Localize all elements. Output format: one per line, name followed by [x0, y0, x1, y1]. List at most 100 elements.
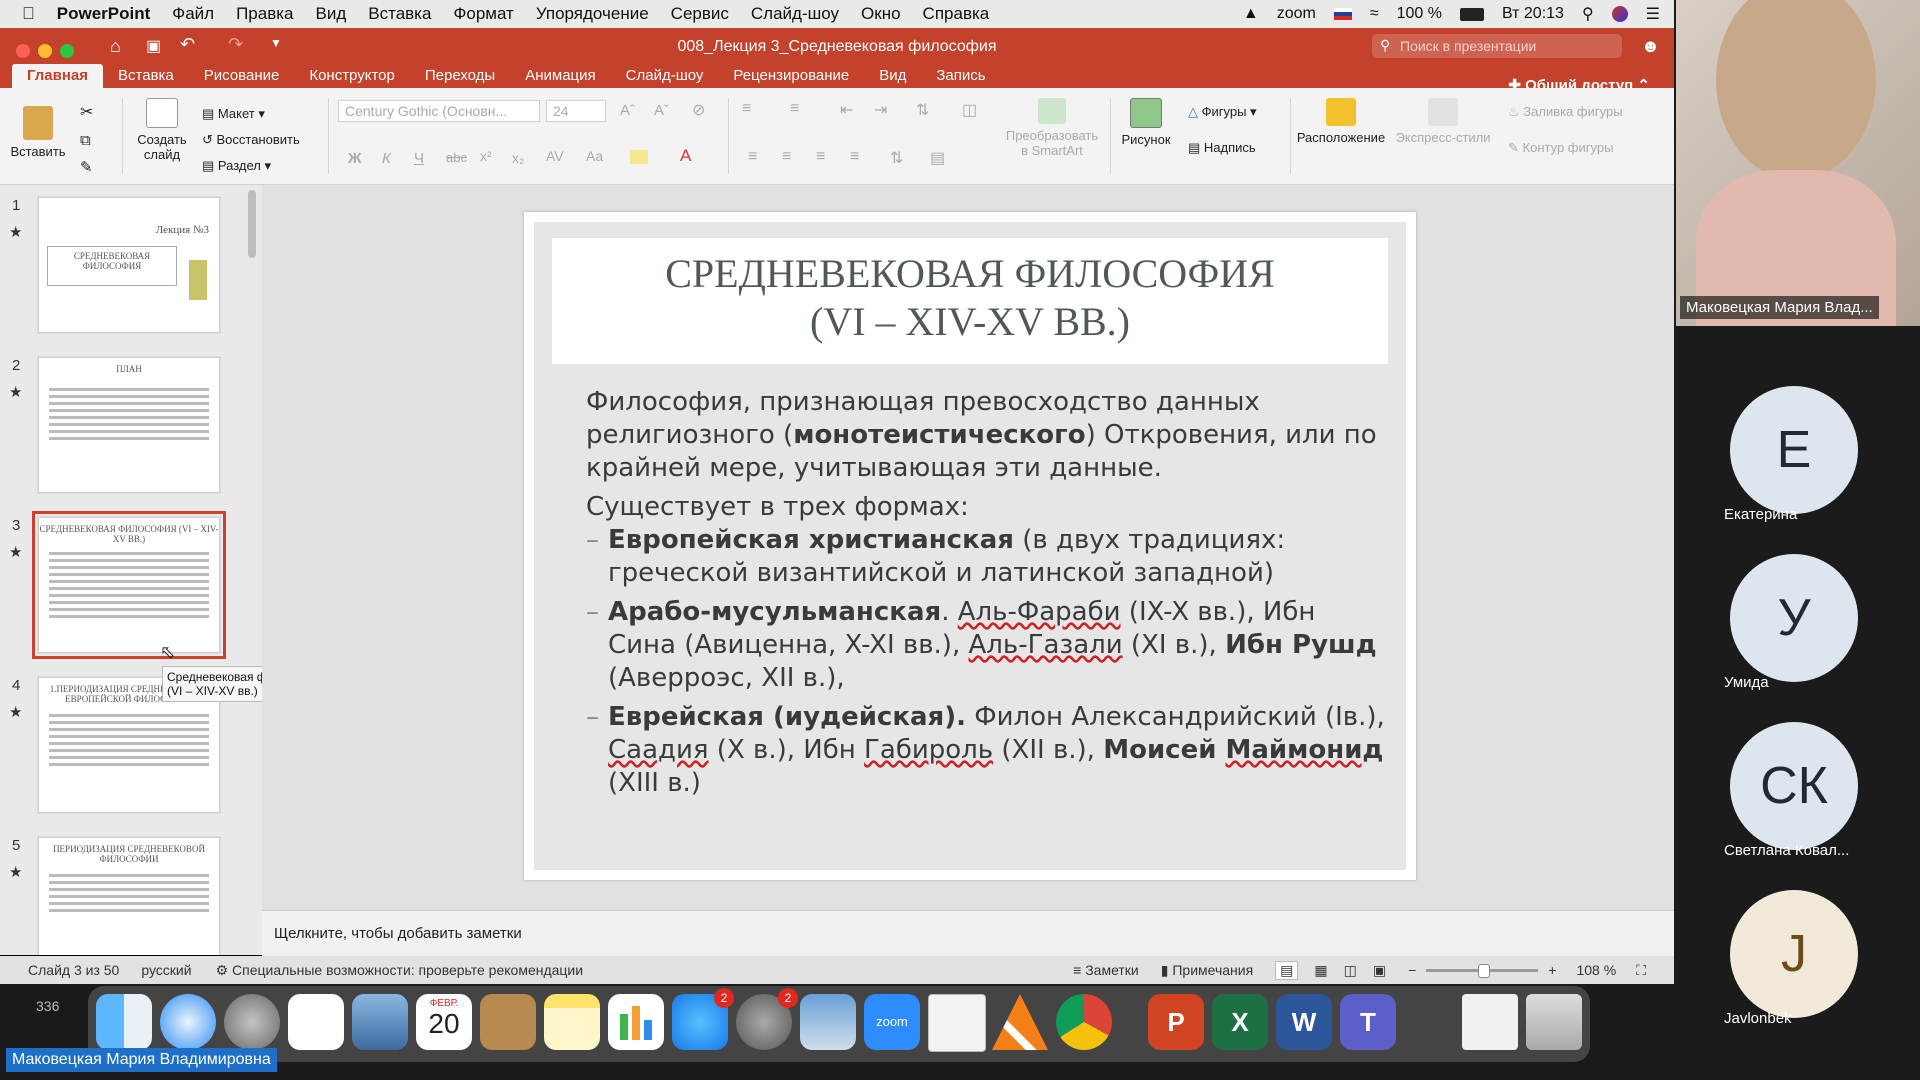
align-center-icon[interactable]: ≡ — [782, 148, 791, 166]
system-preferences-icon[interactable]: 2 — [736, 988, 798, 1050]
spotlight-icon[interactable]: ⚲ — [1582, 4, 1594, 24]
tab-transitions[interactable]: Переходы — [410, 64, 510, 88]
tab-view[interactable]: Вид — [864, 64, 921, 88]
notes-toggle[interactable]: ≡ Заметки — [1073, 962, 1139, 978]
teams-icon[interactable]: T — [1340, 994, 1396, 1050]
menu-help[interactable]: Справка — [923, 4, 990, 24]
finder-icon[interactable] — [96, 994, 152, 1050]
app-store-icon[interactable]: 2 — [672, 988, 734, 1050]
menu-tools[interactable]: Сервис — [671, 4, 729, 24]
tab-slideshow[interactable]: Слайд-шоу — [611, 64, 719, 88]
zoom-level[interactable]: 108 % — [1576, 962, 1616, 978]
flag-icon[interactable] — [1333, 8, 1352, 20]
participant-avatar[interactable]: J — [1730, 890, 1858, 1018]
slide-title-box[interactable]: СРЕДНЕВЕКОВАЯ ФИЛОСОФИЯ (VI – XIV-XV ВВ.… — [552, 238, 1388, 364]
language-indicator[interactable]: русский — [141, 962, 191, 978]
tab-home[interactable]: Главная — [12, 64, 104, 88]
thumbnails-scrollbar[interactable] — [248, 190, 256, 258]
zoom-out-icon[interactable]: − — [1408, 962, 1416, 978]
thumbnail-slide-3[interactable]: СРЕДНЕВЕКОВАЯ ФИЛОСОФИЯ (VI – XIV-XV ВВ.… — [32, 511, 226, 659]
slideshow-view-icon[interactable]: ▣ — [1373, 962, 1386, 979]
shape-outline-button[interactable]: ✎ Контур фигуры — [1508, 140, 1613, 156]
copy-icon[interactable]: ⧉ — [80, 132, 91, 149]
notes-app-icon[interactable] — [544, 994, 600, 1050]
picture-button[interactable]: Рисунок — [1118, 98, 1174, 147]
align-left-icon[interactable]: ≡ — [748, 148, 757, 166]
powerpoint-icon[interactable]: P — [1148, 994, 1204, 1050]
zoom-slider[interactable] — [1426, 963, 1539, 978]
tab-record[interactable]: Запись — [921, 64, 1000, 88]
align-text-icon[interactable]: ▤ — [930, 148, 945, 168]
normal-view-icon[interactable]: ▤ — [1275, 960, 1299, 980]
notes-pane[interactable]: Щелкните, чтобы добавить заметки — [262, 910, 1674, 957]
menu-file[interactable]: Файл — [172, 4, 214, 24]
font-size-select[interactable]: 24 — [546, 100, 606, 122]
thumbnail-slide-5[interactable]: ПЕРИОДИЗАЦИЯ СРЕДНЕВЕКОВОЙ ФИЛОСОФИИ — [38, 837, 220, 955]
menu-app-name[interactable]: PowerPoint — [57, 4, 151, 24]
cut-icon[interactable]: ✂ — [80, 102, 93, 122]
bullets-icon[interactable]: ≡ — [742, 100, 751, 118]
tab-draw[interactable]: Рисование — [189, 64, 295, 88]
line-spacing-icon[interactable]: ⇅ — [916, 100, 929, 120]
change-case-icon[interactable]: Aa — [586, 148, 603, 164]
zoom-share-icon[interactable]: ▲ — [1243, 5, 1259, 23]
menu-window[interactable]: Окно — [861, 4, 901, 24]
char-spacing-icon[interactable]: AV — [546, 148, 564, 164]
wifi-icon[interactable]: ≈ — [1370, 5, 1379, 23]
thumbnail-slide-2[interactable]: ПЛАН — [38, 357, 220, 493]
control-center-icon[interactable]: ☰ — [1646, 4, 1660, 24]
launchpad-icon[interactable] — [224, 994, 280, 1050]
clock[interactable]: Вт 20:13 — [1502, 5, 1564, 23]
layout-button[interactable]: ▤ Макет ▾ — [202, 106, 265, 122]
menu-slideshow[interactable]: Слайд-шоу — [751, 4, 839, 24]
reading-view-icon[interactable]: ◫ — [1344, 962, 1357, 979]
slide-body-text[interactable]: Философия, признающая превосходство данн… — [586, 386, 1386, 800]
menu-insert[interactable]: Вставка — [368, 4, 431, 24]
subscript-icon[interactable]: x₂ — [512, 150, 524, 166]
trash-icon[interactable] — [1526, 994, 1582, 1050]
apple-icon[interactable]:  — [22, 4, 35, 24]
image-capture-icon[interactable] — [800, 994, 856, 1050]
superscript-icon[interactable]: x² — [480, 148, 492, 164]
bold-button[interactable]: Ж — [348, 150, 362, 167]
accessibility-check[interactable]: ⚙ Специальные возможности: проверьте рек… — [216, 962, 584, 979]
decrease-indent-icon[interactable]: ⇤ — [840, 100, 853, 120]
tab-insert[interactable]: Вставка — [103, 64, 189, 88]
textedit-icon[interactable] — [928, 994, 986, 1052]
clear-formatting-icon[interactable]: ⊘ — [692, 100, 705, 120]
participant-avatar[interactable]: У — [1730, 554, 1858, 682]
columns-icon[interactable]: ◫ — [962, 100, 977, 120]
excel-icon[interactable]: X — [1212, 994, 1268, 1050]
increase-indent-icon[interactable]: ⇥ — [874, 100, 887, 120]
contacts-icon[interactable] — [480, 994, 536, 1050]
calendar-icon[interactable]: ФЕВР. 20 — [416, 994, 472, 1050]
tab-review[interactable]: Рецензирование — [718, 64, 864, 88]
format-painter-icon[interactable]: ✎ — [80, 158, 93, 176]
zoom-in-icon[interactable]: + — [1548, 962, 1556, 978]
align-right-icon[interactable]: ≡ — [816, 148, 825, 166]
chrome-icon[interactable] — [1056, 994, 1112, 1050]
font-name-select[interactable]: Century Gothic (Основн... — [338, 100, 540, 122]
participant-avatar[interactable]: Е — [1730, 386, 1858, 514]
menu-format[interactable]: Формат — [453, 4, 513, 24]
menu-view[interactable]: Вид — [316, 4, 347, 24]
word-icon[interactable]: W — [1276, 994, 1332, 1050]
slide-thumbnails-panel[interactable]: 1 ★ Лекция №3 СРЕДНЕВЕКОВАЯ ФИЛОСОФИЯ 2 … — [0, 185, 262, 955]
menu-arrange[interactable]: Упорядочение — [536, 4, 649, 24]
profile-icon[interactable]: ☻ — [1641, 36, 1660, 57]
paste-button[interactable]: Вставить — [10, 106, 66, 159]
tab-design[interactable]: Конструктор — [294, 64, 410, 88]
italic-button[interactable]: К — [382, 150, 391, 167]
notes-placeholder[interactable]: Щелкните, чтобы добавить заметки — [274, 925, 522, 942]
reset-button[interactable]: ↺ Восстановить — [202, 132, 300, 148]
font-color-icon[interactable]: A — [680, 146, 691, 166]
thumbnail-slide-1[interactable]: Лекция №3 СРЕДНЕВЕКОВАЯ ФИЛОСОФИЯ — [38, 197, 220, 333]
shapes-button[interactable]: △ Фигуры ▾ — [1188, 104, 1257, 120]
vlc-icon[interactable] — [992, 994, 1048, 1050]
document-stack-icon[interactable] — [1462, 994, 1518, 1050]
participant-avatar[interactable]: СК — [1730, 722, 1858, 850]
textbox-button[interactable]: ▤ Надпись — [1188, 140, 1256, 156]
convert-smartart-button[interactable]: Преобразовать в SmartArt — [1000, 98, 1104, 158]
shape-fill-button[interactable]: ♨ Заливка фигуры — [1508, 104, 1623, 120]
zoom-menu-label[interactable]: zoom — [1277, 5, 1316, 23]
